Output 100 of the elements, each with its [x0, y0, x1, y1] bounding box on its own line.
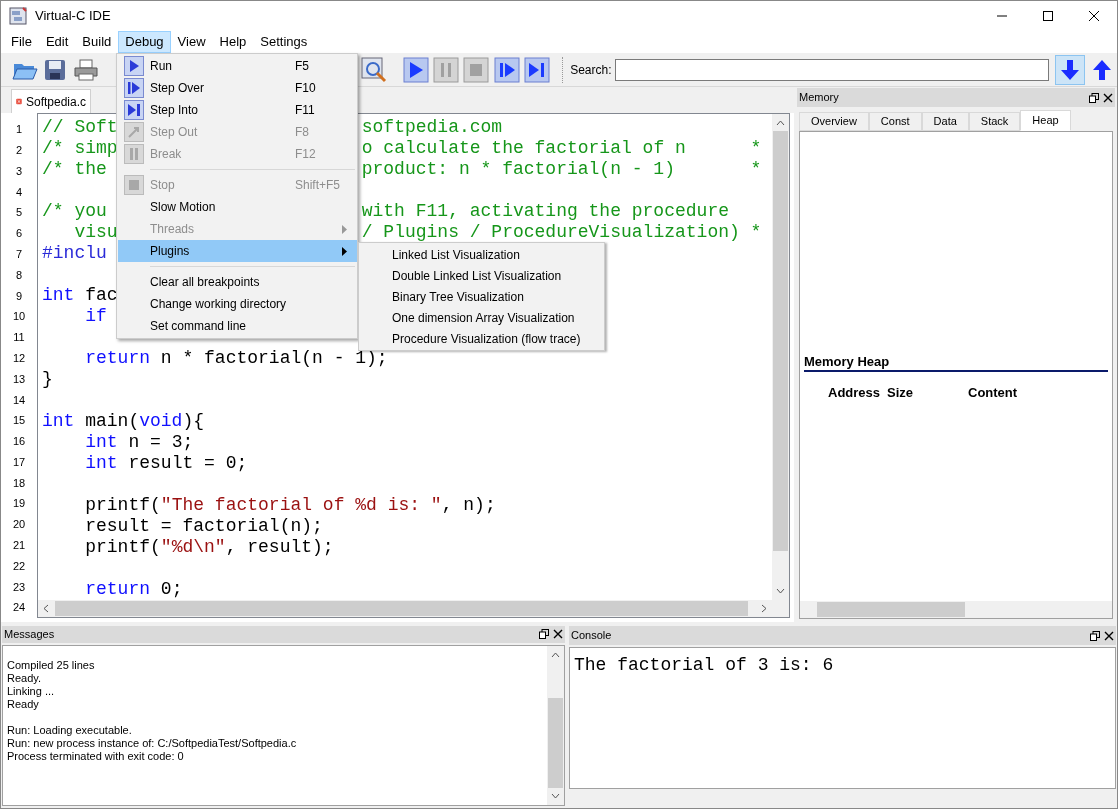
code-text: int n = 3; [84, 432, 194, 453]
menu-item[interactable]: View [170, 31, 213, 53]
menu-item[interactable]: Run F5 [118, 55, 357, 77]
horizontal-scrollbar[interactable] [38, 600, 789, 617]
menu-item[interactable]: Settings [253, 31, 315, 53]
memory-tab[interactable]: Const [868, 112, 922, 131]
menu-item[interactable]: Linked List Visualization [359, 244, 604, 265]
code-text: printf("%d\n", result); [84, 537, 334, 558]
panel-header: Messages [2, 626, 565, 643]
submenu-arrow-icon [342, 224, 347, 234]
vertical-scrollbar[interactable] [547, 645, 564, 805]
line-number: 22 [12, 558, 26, 574]
step-over-icon [124, 78, 144, 98]
code-text: int main(void){ [42, 411, 205, 432]
menu-item[interactable]: Slow Motion [118, 196, 357, 218]
line-number: 17 [12, 454, 26, 470]
close-icon[interactable] [1089, 11, 1099, 21]
code-text: return 0; [84, 579, 183, 600]
line-number: 24 [12, 600, 26, 616]
message-line: Ready [7, 697, 40, 711]
line-number: 8 [15, 267, 23, 283]
memory-tab[interactable]: Stack [968, 112, 1021, 131]
maximize-icon[interactable] [1043, 11, 1053, 21]
code-text: return n * factorial(n - 1); [84, 348, 388, 369]
memory-heap-heading: Memory Heap [804, 354, 1108, 372]
code-text: with F11, activating the procedure [361, 201, 729, 222]
panel-header: Memory [797, 88, 1115, 107]
menu-item[interactable]: Debug [118, 31, 171, 53]
line-number: 1 [15, 122, 23, 138]
line-number: 3 [15, 163, 23, 179]
line-number: 15 [12, 413, 26, 429]
menu-item[interactable]: Double Linked List Visualization [359, 265, 604, 286]
code-text: product: n * factorial(n - 1) * [361, 159, 762, 180]
line-number: 2 [15, 142, 23, 158]
app-icon [9, 7, 27, 25]
close-icon[interactable] [1104, 630, 1114, 641]
menu-item[interactable]: Step Over F10 [118, 77, 357, 99]
step-into-icon[interactable] [523, 55, 552, 84]
restore-icon[interactable] [539, 629, 549, 640]
memory-tab[interactable]: Overview [799, 112, 869, 131]
play-icon [124, 56, 144, 76]
stop-icon [124, 175, 144, 195]
line-number: 7 [15, 246, 23, 262]
message-line: Ready. [7, 671, 43, 685]
search-field[interactable] [615, 58, 1050, 81]
line-number: 6 [15, 226, 23, 242]
code-text: printf("The factorial of %d is: ", n); [84, 495, 496, 516]
message-line: Compiled 25 lines [7, 658, 96, 672]
restore-icon[interactable] [1089, 92, 1099, 103]
submenu-arrow-icon [342, 246, 347, 256]
play-icon[interactable] [401, 55, 430, 84]
search-down-button[interactable] [1055, 54, 1085, 85]
step-over-icon[interactable] [493, 55, 521, 84]
horizontal-scrollbar[interactable] [800, 601, 1112, 618]
menu-item[interactable]: Edit [38, 31, 76, 53]
menu-item[interactable]: Procedure Visualization (flow trace) [359, 328, 604, 349]
code-text: softpedia.com [361, 117, 503, 138]
message-line: Process terminated with exit code: 0 [7, 749, 185, 763]
menu-item[interactable]: Build [75, 31, 119, 53]
line-number: 13 [12, 371, 26, 387]
line-number: 20 [12, 517, 26, 533]
line-number: 11 [13, 330, 25, 346]
column-header: Address [828, 384, 882, 402]
code-text: o calculate the factorial of n * [361, 138, 762, 159]
code-text: /* the [42, 159, 107, 180]
column-header: Size [887, 384, 914, 402]
close-icon[interactable] [553, 629, 563, 640]
line-number: 9 [15, 288, 23, 304]
message-line: Linking ... [7, 684, 56, 698]
magnifier-icon[interactable] [360, 55, 388, 84]
menu-item[interactable]: Binary Tree Visualization [359, 286, 604, 307]
message-line: Run: Loading executable. [7, 723, 133, 737]
menu-item[interactable]: Help [212, 31, 254, 53]
menu-item[interactable]: Change working directory [118, 293, 357, 315]
memory-tab[interactable]: Heap [1020, 110, 1071, 131]
menu-item[interactable]: Clear all breakpoints [118, 271, 357, 293]
menu-item[interactable]: Set command line [118, 315, 357, 337]
line-number: 18 [12, 475, 26, 491]
line-number: 4 [15, 184, 23, 200]
code-text: / Plugins / ProcedureVisualization) * [361, 222, 762, 243]
step-into-icon [124, 100, 144, 120]
line-number: 19 [12, 496, 26, 512]
vertical-scrollbar[interactable] [772, 114, 789, 600]
message-line: Run: new process instance of: C:/SoftpediaTest/Softpedia.c [7, 736, 298, 750]
close-icon[interactable] [1103, 92, 1113, 103]
line-number: 14 [12, 392, 26, 408]
line-number: 16 [12, 434, 26, 450]
step-out-icon [124, 122, 144, 142]
file-tab[interactable]: Softpedia.c [11, 89, 91, 113]
menu-item[interactable]: Plugins [118, 240, 357, 262]
line-number: 5 [15, 205, 23, 221]
memory-tab[interactable]: Data [921, 112, 969, 131]
menu-item[interactable]: File [4, 31, 39, 53]
window-title: Virtual-C IDE [35, 7, 111, 26]
line-number: 12 [12, 350, 26, 366]
menu-item[interactable]: One dimension Array Visualization [359, 307, 604, 328]
code-text: visu [73, 222, 118, 243]
menu-item[interactable]: Step Into F11 [118, 99, 357, 121]
code-text: } [42, 369, 53, 390]
restore-icon[interactable] [1090, 630, 1100, 641]
